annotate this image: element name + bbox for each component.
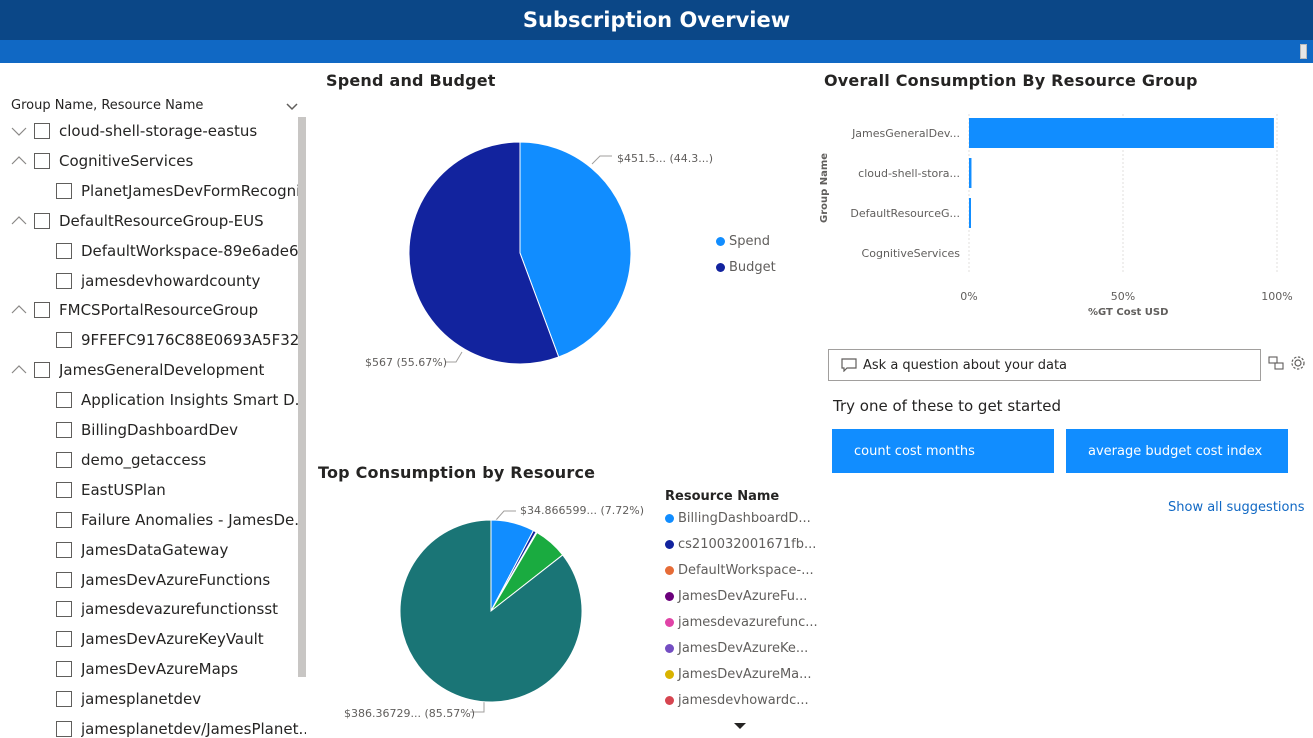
show-all-suggestions-link[interactable]: Show all suggestions	[1168, 500, 1305, 515]
leader-line	[495, 510, 516, 521]
legend-label: cs210032001671fb...	[678, 537, 817, 552]
top-consumption-label-a: $34.866599... (7.72%)	[520, 504, 644, 517]
legend-dot	[665, 644, 674, 653]
legend-scroll-down-icon[interactable]	[733, 722, 747, 731]
chat-bubble-icon	[841, 358, 857, 372]
suggestion-button-count-cost-months[interactable]: count cost months	[832, 429, 1054, 473]
x-axis-title: %GT Cost USD	[1088, 307, 1169, 318]
suggestion-label: count cost months	[854, 443, 975, 459]
legend-label: Budget	[729, 260, 776, 275]
suggestion-label: average budget cost index	[1088, 443, 1263, 459]
qa-placeholder: Ask a question about your data	[863, 357, 1068, 373]
y-axis-title: Group Name	[819, 152, 830, 223]
turn-into-visual-icon[interactable]	[1268, 356, 1284, 370]
legend-dot	[665, 696, 674, 705]
legend-item-resource[interactable]: jamesdevhowardc...	[665, 693, 809, 708]
gear-icon[interactable]	[1290, 355, 1306, 371]
legend-label: Spend	[729, 234, 770, 249]
legend-item-resource[interactable]: JamesDevAzureKe...	[665, 641, 808, 656]
legend-label: BillingDashboardD...	[678, 511, 811, 526]
resource-legend-title: Resource Name	[665, 489, 780, 504]
legend-item-resource[interactable]: DefaultWorkspace-...	[665, 563, 814, 578]
legend-item-resource[interactable]: JamesDevAzureMa...	[665, 667, 812, 682]
legend-label: JamesDevAzureFu...	[678, 589, 808, 604]
top-consumption-title: Top Consumption by Resource	[318, 463, 596, 482]
spend-data-label: $451.5... (44.3...)	[617, 152, 714, 165]
leader-line	[591, 155, 612, 165]
legend-dot	[665, 566, 674, 575]
legend-label: jamesdevhowardc...	[678, 693, 809, 708]
legend-dot	[665, 670, 674, 679]
legend-dot	[665, 514, 674, 523]
legend-dot	[665, 592, 674, 601]
legend-label: DefaultWorkspace-...	[678, 563, 814, 578]
legend-label: JamesDevAzureKe...	[678, 641, 809, 656]
legend-item-spend[interactable]: Spend	[716, 234, 770, 249]
budget-data-label: $567 (55.67%)	[365, 356, 448, 369]
qa-try-text: Try one of these to get started	[833, 397, 1062, 415]
suggestion-button-average-budget[interactable]: average budget cost index	[1066, 429, 1288, 473]
leader-line	[446, 351, 463, 363]
legend-item-budget[interactable]: Budget	[716, 260, 776, 275]
legend-item-resource[interactable]: cs210032001671fb...	[665, 537, 816, 552]
legend-item-resource[interactable]: jamesdevazurefunc...	[665, 615, 818, 630]
qa-input[interactable]: Ask a question about your data	[828, 349, 1261, 381]
legend-label: JamesDevAzureMa...	[678, 667, 812, 682]
legend-dot	[716, 237, 725, 246]
legend-item-resource[interactable]: JamesDevAzureFu...	[665, 589, 807, 604]
top-consumption-label-b: $386.36729... (85.57%)	[344, 707, 475, 720]
legend-dot	[716, 263, 725, 272]
legend-label: jamesdevazurefunc...	[678, 615, 818, 630]
legend-dot	[665, 618, 674, 627]
legend-dot	[665, 540, 674, 549]
legend-item-resource[interactable]: BillingDashboardD...	[665, 511, 811, 526]
group-consumption-title: Overall Consumption By Resource Group	[824, 71, 1198, 90]
